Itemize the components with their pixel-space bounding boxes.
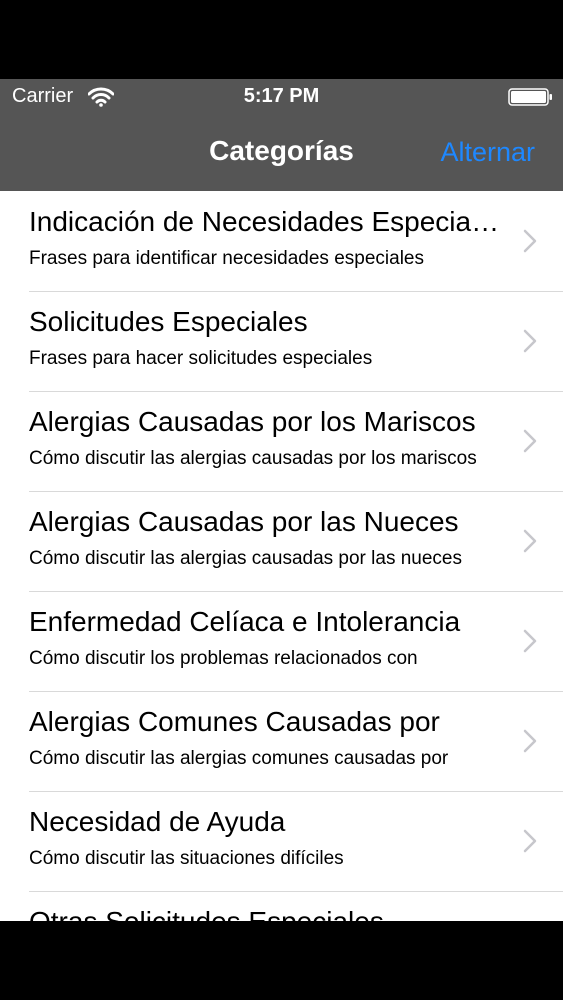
status-bar: Carrier 5:17 PM	[0, 79, 563, 115]
list-item[interactable]: Indicación de Necesidades Especiales Fra…	[0, 191, 563, 292]
list-item[interactable]: Otras Solicitudes Especiales	[0, 891, 563, 921]
letterbox-bottom	[0, 921, 563, 1000]
list-item-title: Alergias Causadas por los Mariscos	[29, 406, 476, 437]
list-item-content: Solicitudes Especiales Frases para hacer…	[29, 291, 563, 392]
letterbox-top	[0, 0, 563, 79]
list-item-title: Alergias Comunes Causadas por	[29, 706, 440, 737]
list-item-content: Alergias Causadas por los Mariscos Cómo …	[29, 391, 563, 492]
category-list[interactable]: Indicación de Necesidades Especiales Fra…	[0, 191, 563, 921]
chevron-right-icon	[523, 329, 537, 353]
chevron-right-icon	[523, 229, 537, 253]
battery-full-icon	[508, 88, 552, 106]
list-item-subtitle: Cómo discutir las alergias causadas por …	[29, 448, 477, 469]
chevron-right-icon	[523, 529, 537, 553]
list-item-content: Alergias Causadas por las Nueces Cómo di…	[29, 491, 563, 592]
list-item-content: Necesidad de Ayuda Cómo discutir las sit…	[29, 791, 563, 892]
chevron-right-icon	[523, 829, 537, 853]
list-item-title: Otras Solicitudes Especiales	[29, 906, 501, 921]
phone-screen: Carrier 5:17 PM Categorías Alternar Indi…	[0, 0, 563, 1000]
chevron-right-icon	[523, 629, 537, 653]
list-item[interactable]: Alergias Causadas por los Mariscos Cómo …	[0, 391, 563, 492]
list-item-content: Indicación de Necesidades Especiales Fra…	[29, 191, 563, 292]
list-item-subtitle: Cómo discutir las alergias comunes causa…	[29, 748, 449, 769]
chevron-right-icon	[523, 429, 537, 453]
list-item-title: Indicación de Necesidades Especiales	[29, 206, 501, 237]
list-item-content: Enfermedad Celíaca e Intolerancia Cómo d…	[29, 591, 563, 692]
list-item-subtitle: Cómo discutir las alergias causadas por …	[29, 548, 462, 569]
list-item-subtitle: Frases para hacer solicitudes especiales	[29, 348, 373, 369]
list-item-subtitle: Cómo discutir los problemas relacionados…	[29, 648, 418, 669]
chevron-right-icon	[523, 729, 537, 753]
list-item-subtitle: Frases para identificar necesidades espe…	[29, 248, 424, 269]
list-item[interactable]: Necesidad de Ayuda Cómo discutir las sit…	[0, 791, 563, 892]
list-item-content: Otras Solicitudes Especiales	[29, 891, 563, 921]
list-item-title: Enfermedad Celíaca e Intolerancia	[29, 606, 461, 637]
list-item-content: Alergias Comunes Causadas por Cómo discu…	[29, 691, 563, 792]
list-item[interactable]: Alergias Causadas por las Nueces Cómo di…	[0, 491, 563, 592]
list-item-subtitle: Cómo discutir las situaciones difíciles	[29, 848, 344, 869]
list-item[interactable]: Enfermedad Celíaca e Intolerancia Cómo d…	[0, 591, 563, 692]
status-time: 5:17 PM	[243, 85, 320, 107]
list-item-title: Solicitudes Especiales	[29, 306, 308, 337]
list-item[interactable]: Solicitudes Especiales Frases para hacer…	[0, 291, 563, 392]
list-item-title: Necesidad de Ayuda	[29, 806, 286, 837]
toggle-button[interactable]: Alternar	[440, 137, 535, 168]
navigation-bar: Categorías Alternar	[0, 115, 563, 191]
list-item[interactable]: Alergias Comunes Causadas por Cómo discu…	[0, 691, 563, 792]
list-item-title: Alergias Causadas por las Nueces	[29, 506, 459, 537]
